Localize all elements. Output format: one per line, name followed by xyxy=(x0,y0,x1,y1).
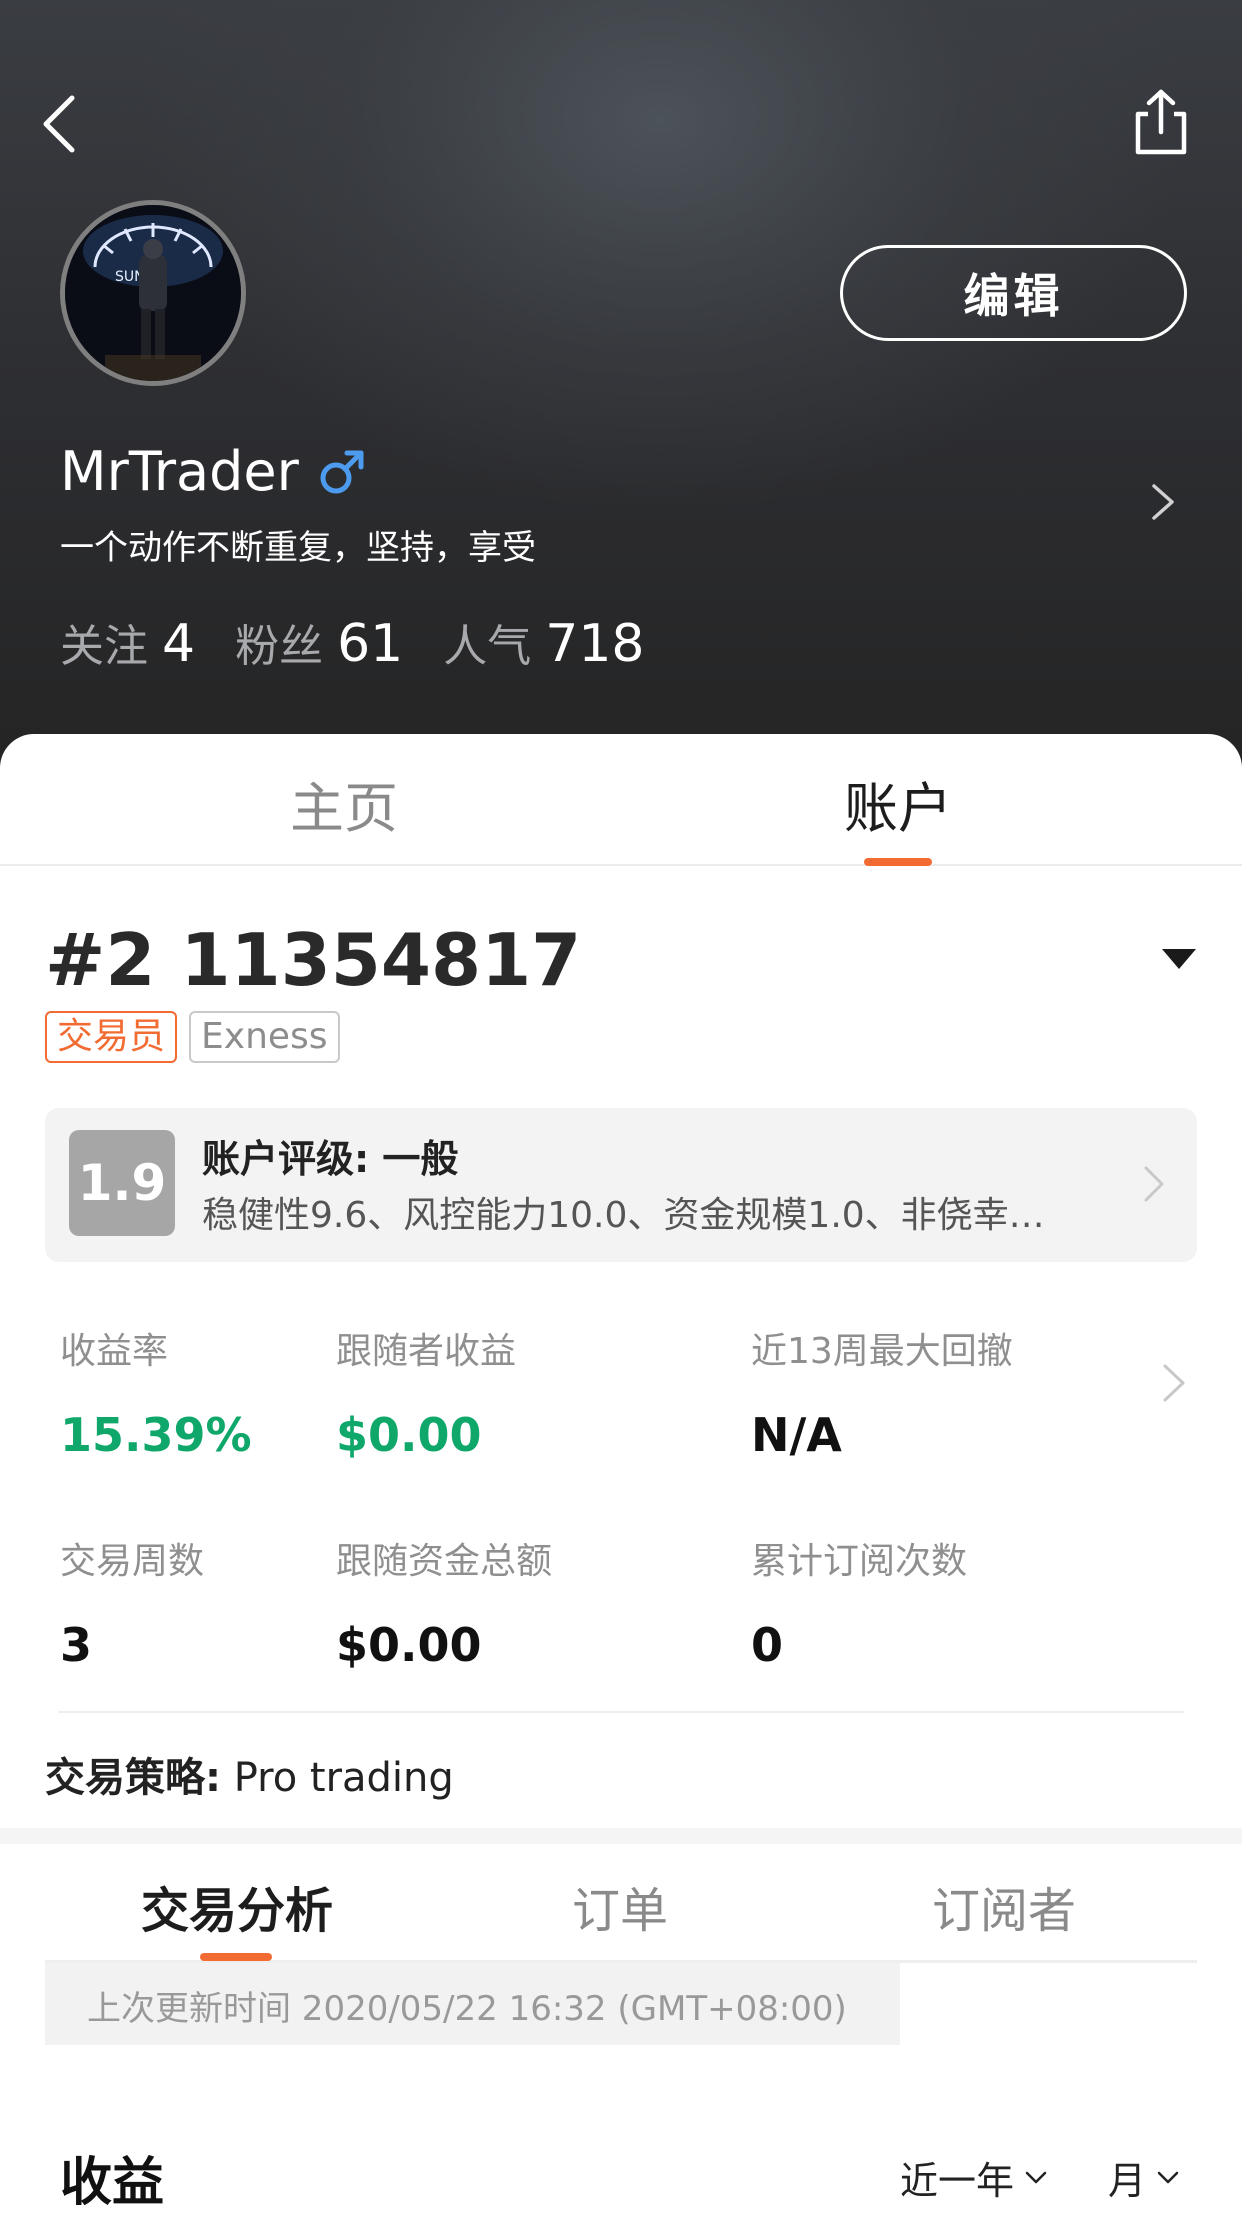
active-tab-indicator xyxy=(864,858,932,866)
tab-orders[interactable]: 订单 xyxy=(490,1871,750,1941)
unit-filter[interactable]: 月 xyxy=(1108,2150,1180,2205)
metric-max-drawdown: 近13周最大回撤 N/A xyxy=(751,1322,1013,1462)
divider xyxy=(58,1711,1184,1713)
metric-value: 15.39% xyxy=(60,1408,252,1462)
chevron-right-icon[interactable] xyxy=(1160,1360,1188,1406)
metric-value: 3 xyxy=(60,1618,93,1672)
metric-label: 累计订阅次数 xyxy=(751,1541,968,1582)
following-label[interactable]: 关注 xyxy=(60,610,148,674)
chevron-down-icon xyxy=(1157,2171,1179,2183)
follow-stats: 关注 4 粉丝 61 人气 718 xyxy=(60,610,685,674)
metric-value: $0.00 xyxy=(336,1618,482,1672)
tab-home[interactable]: 主页 xyxy=(194,764,494,843)
metric-value: $0.00 xyxy=(336,1408,482,1462)
account-tags: 交易员 Exness xyxy=(45,1011,352,1063)
avatar[interactable]: SUN xyxy=(60,200,246,386)
chevron-down-icon xyxy=(1025,2171,1047,2183)
share-icon[interactable] xyxy=(1132,88,1190,158)
account-rating-card[interactable]: 1.9 账户评级: 一般 稳健性9.6、风控能力10.0、资金规模1.0、非侥幸… xyxy=(45,1108,1197,1262)
metric-label: 近13周最大回撤 xyxy=(751,1331,1013,1372)
metric-value: 0 xyxy=(751,1618,784,1672)
following-count[interactable]: 4 xyxy=(162,614,195,674)
metric-return-rate: 收益率 15.39% xyxy=(60,1322,252,1462)
trader-badge: 交易员 xyxy=(45,1011,178,1063)
rating-title: 账户评级: 一般 xyxy=(202,1137,459,1181)
tab-subscribers[interactable]: 订阅者 xyxy=(874,1871,1134,1941)
edit-profile-button[interactable]: 编辑 xyxy=(840,245,1187,341)
period-filter-label: 近一年 xyxy=(900,2159,1015,2203)
profile-tabs: 主页 账户 xyxy=(0,734,1242,866)
trading-strategy: 交易策略: Pro trading xyxy=(45,1745,454,1803)
update-bar-tail xyxy=(900,1963,1197,2045)
metric-subscription-count: 累计订阅次数 0 xyxy=(751,1532,967,1672)
strategy-value: Pro trading xyxy=(221,1755,454,1801)
popularity-label: 人气 xyxy=(443,621,532,672)
section-separator xyxy=(0,1828,1242,1844)
followers-count[interactable]: 61 xyxy=(337,614,403,674)
section-title: 收益 xyxy=(60,2153,165,2213)
metric-label: 跟随者收益 xyxy=(336,1331,517,1372)
last-update-text: 上次更新时间 2020/05/22 16:32 (GMT+08:00) xyxy=(87,1989,847,2029)
last-update-bar: 上次更新时间 2020/05/22 16:32 (GMT+08:00) xyxy=(45,1963,1197,2045)
metric-label: 收益率 xyxy=(60,1331,169,1372)
metric-value: N/A xyxy=(751,1408,842,1462)
metric-label: 交易周数 xyxy=(60,1541,205,1582)
unit-filter-label: 月 xyxy=(1108,2159,1147,2203)
active-tab-indicator xyxy=(200,1953,272,1961)
back-icon[interactable] xyxy=(38,92,86,156)
broker-badge: Exness xyxy=(189,1011,340,1063)
account-id: #2 11354817 xyxy=(45,918,582,1002)
period-filter[interactable]: 近一年 xyxy=(900,2150,1048,2205)
rating-score: 1.9 xyxy=(69,1130,175,1236)
username-text: MrTrader xyxy=(60,440,299,503)
metric-trading-weeks: 交易周数 3 xyxy=(60,1532,204,1672)
metric-follower-profit: 跟随者收益 $0.00 xyxy=(336,1322,516,1462)
chevron-right-icon[interactable] xyxy=(1148,480,1178,524)
avatar-photo: SUN xyxy=(65,205,241,381)
male-gender-icon xyxy=(320,450,364,493)
metric-follow-funds-total: 跟随资金总额 $0.00 xyxy=(336,1532,552,1672)
user-bio: 一个动作不断重复，坚持，享受 xyxy=(60,528,536,568)
rating-description: 稳健性9.6、风控能力10.0、资金规模1.0、非侥幸… xyxy=(202,1195,1045,1236)
followers-label[interactable]: 粉丝 xyxy=(235,610,323,674)
username: MrTrader xyxy=(60,440,367,503)
profile-header: SUN 编辑 MrTrader 一个动作不断重复，坚持，享受 关注 4 粉丝 6… xyxy=(0,0,1242,780)
dropdown-triangle-icon[interactable] xyxy=(1160,947,1198,971)
tab-trade-analysis[interactable]: 交易分析 xyxy=(107,1871,367,1941)
chevron-right-icon xyxy=(1144,1166,1164,1202)
metric-label: 跟随资金总额 xyxy=(336,1541,553,1582)
tab-account[interactable]: 账户 xyxy=(748,764,1048,843)
popularity-count: 718 xyxy=(545,614,645,674)
strategy-label: 交易策略: xyxy=(45,1755,221,1801)
